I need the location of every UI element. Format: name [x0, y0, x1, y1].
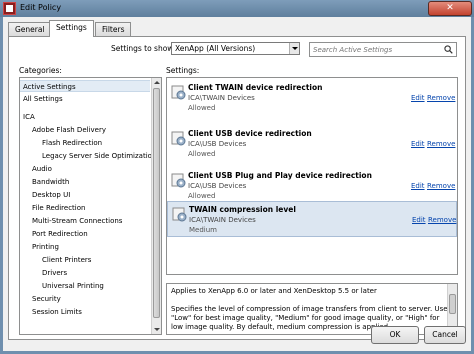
settings-to-show-dropdown[interactable]: XenApp (All Versions)	[171, 42, 300, 55]
window-title: Edit Policy	[20, 3, 62, 12]
settings-to-show-value: XenApp (All Versions)	[175, 44, 256, 53]
category-legacy-server-side-optimizations[interactable]: Legacy Server Side Optimizations	[20, 150, 160, 162]
category-adobe-flash-delivery[interactable]: Adobe Flash Delivery	[20, 124, 106, 136]
tab-general[interactable]: General	[8, 22, 52, 36]
edit-link[interactable]: Edit	[412, 216, 426, 224]
category-active-settings[interactable]: Active Settings	[20, 80, 150, 92]
categories-tree: Active Settings All Settings ICA Adobe F…	[19, 77, 162, 335]
setting-item-client-usb-device-redirection[interactable]: Client USB device redirection ICA\USB De…	[167, 126, 457, 162]
search-input[interactable]	[313, 44, 441, 55]
setting-status: Medium	[189, 226, 217, 234]
setting-policy-icon	[171, 173, 186, 188]
category-session-limits[interactable]: Session Limits	[20, 306, 82, 318]
setting-policy-icon	[172, 207, 187, 222]
setting-path: ICA\USB Devices	[188, 140, 247, 148]
settings-label: Settings:	[166, 66, 200, 75]
category-security[interactable]: Security	[20, 293, 61, 305]
setting-policy-icon	[171, 85, 186, 100]
close-button[interactable]: ✕	[428, 1, 472, 16]
categories-scrollbar[interactable]	[151, 78, 161, 334]
categories-label: Categories:	[19, 66, 62, 75]
edit-link[interactable]: Edit	[411, 182, 425, 190]
remove-link[interactable]: Remove	[428, 216, 456, 224]
edit-link[interactable]: Edit	[411, 140, 425, 148]
tab-settings[interactable]: Settings	[49, 20, 94, 37]
tab-filters[interactable]: Filters	[95, 22, 132, 36]
title-bar[interactable]: Edit Policy ✕	[0, 0, 474, 17]
scroll-down-icon[interactable]	[152, 325, 161, 334]
category-printing[interactable]: Printing	[20, 241, 59, 253]
setting-item-twain-compression-level[interactable]: TWAIN compression level ICA\TWAIN Device…	[167, 201, 457, 237]
category-audio[interactable]: Audio	[20, 163, 52, 175]
setting-path: ICA\TWAIN Devices	[189, 216, 256, 224]
edit-policy-window: Edit Policy ✕ General Settings Filters S…	[0, 0, 474, 354]
category-file-redirection[interactable]: File Redirection	[20, 202, 85, 214]
remove-link[interactable]: Remove	[427, 140, 455, 148]
category-drivers[interactable]: Drivers	[20, 267, 67, 279]
setting-name: Client USB Plug and Play device redirect…	[188, 171, 372, 180]
setting-status: Allowed	[188, 104, 216, 112]
edit-link[interactable]: Edit	[411, 94, 425, 102]
description-applies-to: Applies to XenApp 6.0 or later and XenDe…	[171, 287, 377, 295]
category-port-redirection[interactable]: Port Redirection	[20, 228, 88, 240]
settings-list: Client TWAIN device redirection ICA\TWAI…	[166, 77, 458, 275]
setting-name: Client TWAIN device redirection	[188, 83, 323, 92]
category-multi-stream-connections[interactable]: Multi-Stream Connections	[20, 215, 122, 227]
category-flash-redirection[interactable]: Flash Redirection	[20, 137, 102, 149]
setting-name: Client USB device redirection	[188, 129, 312, 138]
category-ica[interactable]: ICA	[20, 111, 35, 123]
search-box[interactable]	[309, 42, 457, 57]
chevron-down-icon[interactable]	[289, 43, 299, 54]
search-icon[interactable]	[444, 45, 453, 54]
settings-to-show-label: Settings to show:	[111, 44, 176, 53]
setting-status: Allowed	[188, 192, 216, 200]
setting-path: ICA\USB Devices	[188, 182, 247, 190]
setting-policy-icon	[171, 131, 186, 146]
category-universal-printing[interactable]: Universal Printing	[20, 280, 104, 292]
category-bandwidth[interactable]: Bandwidth	[20, 176, 69, 188]
setting-name: TWAIN compression level	[189, 205, 296, 214]
setting-item-client-twain-device-redirection[interactable]: Client TWAIN device redirection ICA\TWAI…	[167, 80, 457, 116]
scrollbar-thumb[interactable]	[153, 88, 160, 318]
category-desktop-ui[interactable]: Desktop UI	[20, 189, 70, 201]
dialog-body: General Settings Filters Settings to sho…	[3, 17, 471, 351]
setting-path: ICA\TWAIN Devices	[188, 94, 255, 102]
category-client-printers[interactable]: Client Printers	[20, 254, 91, 266]
scroll-up-icon[interactable]	[152, 78, 161, 87]
cancel-button[interactable]: Cancel	[424, 326, 466, 344]
setting-status: Allowed	[188, 150, 216, 158]
remove-link[interactable]: Remove	[427, 182, 455, 190]
category-all-settings[interactable]: All Settings	[20, 93, 63, 105]
app-icon	[3, 2, 16, 15]
ok-button[interactable]: OK	[371, 326, 419, 344]
setting-item-client-usb-plug-and-play-device-redirection[interactable]: Client USB Plug and Play device redirect…	[167, 168, 457, 204]
remove-link[interactable]: Remove	[427, 94, 455, 102]
scrollbar-thumb[interactable]	[449, 294, 456, 314]
